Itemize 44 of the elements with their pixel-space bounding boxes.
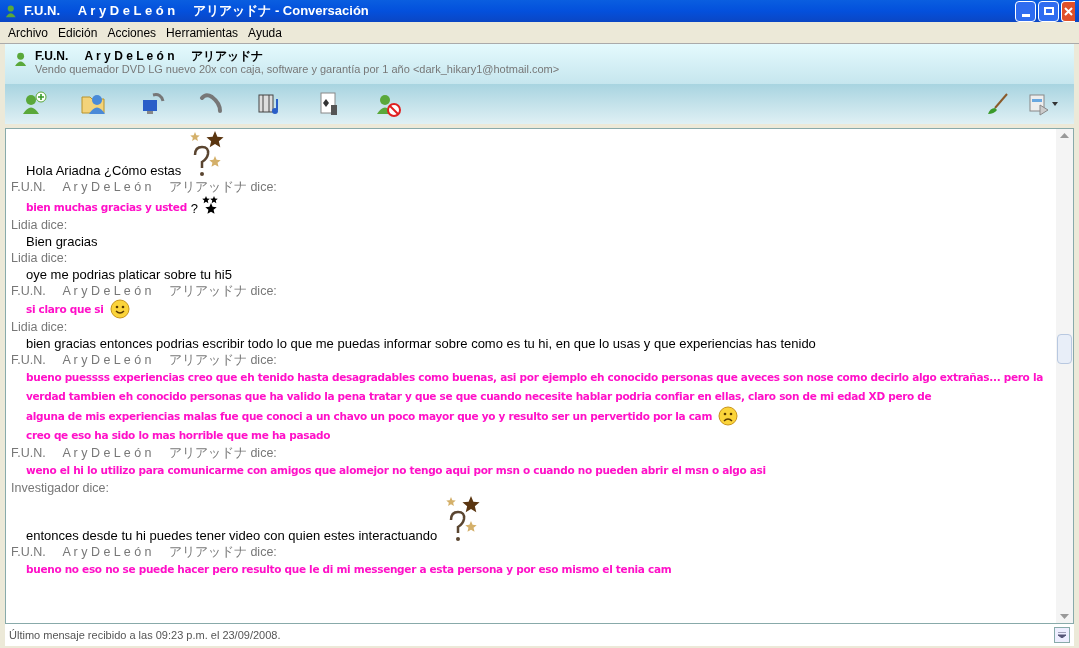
message-text: weno el hi lo utilizo para comunicarme con amigos que alomejor no tengo aqui por msn o cuando no pueden abrir el msn o algo asi — [26, 464, 766, 476]
sender-line: F.U.N. A r y D e L e ó n アリアッドナ dice: — [11, 283, 278, 299]
scroll-up-icon[interactable] — [1060, 133, 1069, 138]
smiley-emoticon — [109, 299, 130, 319]
message-text: Bien gracias — [26, 234, 98, 249]
contact-status: Vendo quemador DVD LG nuevo 20x con caja, software y garantía por 1 año <dark_hikary1@hotmail.com> — [35, 63, 560, 76]
menu-item[interactable]: Edición — [58, 23, 98, 42]
window-title: F.U.N. A r y D e L e ó n アリアッドナ - Conversación — [24, 2, 369, 21]
sender-line: F.U.N. A r y D e L e ó n アリアッドナ dice: — [11, 445, 278, 461]
message-text: creo qe eso ha sido lo mas horrible que me ha pasado — [26, 428, 331, 443]
status-bar-text: Último mensaje recibido a las 09:23 p.m. el 23/09/2008. — [9, 627, 281, 643]
sender-line: F.U.N. A r y D e L e ó n アリアッドナ dice: — [11, 544, 278, 560]
message-text: entonces desde tu hi puedes tener video con quien estes interactuando — [26, 528, 438, 544]
sender-line: Lidia dice: — [11, 250, 69, 266]
message-text: bueno no eso no se puede hacer pero resulto que le di mi messenger a esta persona y por eso mismo el tenia cam — [26, 563, 672, 575]
menu-item[interactable]: Acciones — [107, 23, 157, 42]
sender-line: Lidia dice: — [11, 319, 69, 335]
minimize-button[interactable] — [1015, 0, 1036, 22]
sender-line: F.U.N. A r y D e L e ó n アリアッドナ dice: — [11, 352, 278, 368]
message-text: si claro que si — [26, 302, 104, 317]
expand-icon — [1058, 632, 1066, 638]
sad-face-emoticon — [718, 406, 739, 426]
message-text: Hola Ariadna ¿Cómo estas — [26, 163, 182, 179]
sender-line: Lidia dice: — [11, 217, 69, 233]
scroll-down-icon[interactable] — [1060, 614, 1069, 619]
add-contact-icon[interactable] — [21, 91, 47, 117]
sender-line: Investigador dice: — [11, 480, 110, 496]
message-text: alguna de mis experiencias malas fue que conoci a un chavo un poco mayor que yo y resulto ser un pervertido por la cam — [26, 409, 713, 424]
scroll-thumb[interactable] — [1057, 334, 1072, 364]
close-button[interactable] — [1061, 0, 1075, 22]
restore-button[interactable] — [1038, 0, 1059, 22]
sender-line: F.U.N. A r y D e L e ó n アリアッドナ dice: — [11, 179, 278, 195]
message-text: bien muchas gracias y usted — [26, 200, 187, 215]
dropdown-caret-icon[interactable] — [1052, 102, 1058, 106]
expand-button[interactable] — [1054, 627, 1070, 643]
message-text: bien gracias entonces podrias escribir todo lo que me puedas informar sobre como es tu hi, en que lo usas y que experiencias has tenido — [26, 336, 816, 351]
question-mark: ? — [190, 201, 199, 217]
menu-item[interactable]: Archivo — [8, 23, 48, 42]
contact-name: F.U.N. A r y D e L e ó n アリアッドナ — [35, 50, 265, 63]
message-text: oye me podrias platicar sobre tu hi5 — [26, 267, 232, 282]
menu-item[interactable]: Ayuda — [248, 23, 282, 42]
scrollbar[interactable] — [1056, 129, 1073, 623]
menu-item[interactable]: Herramientas — [166, 23, 239, 42]
close-icon — [1064, 6, 1073, 16]
